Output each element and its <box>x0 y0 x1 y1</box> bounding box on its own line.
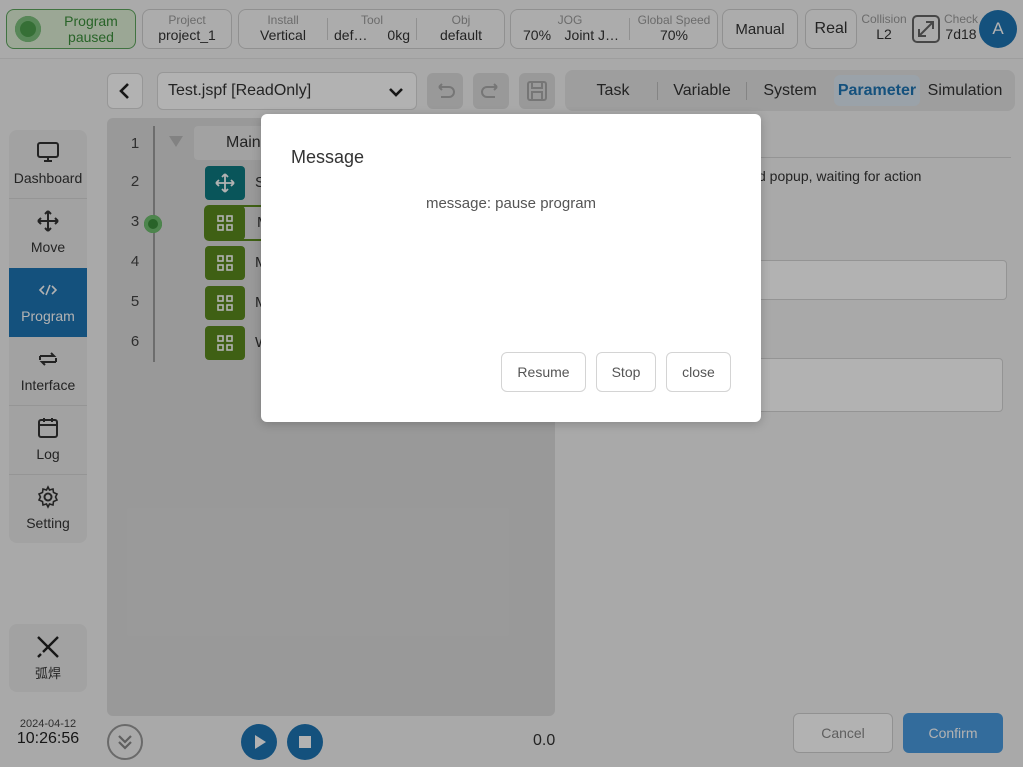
stop-label: Stop <box>611 364 641 380</box>
close-button[interactable]: close <box>666 352 731 392</box>
stop-dialog-button[interactable]: Stop <box>596 352 656 392</box>
resume-button[interactable]: Resume <box>501 352 586 392</box>
dialog-title: Message <box>291 147 365 167</box>
message-dialog: Message message: pause program Resume St… <box>261 114 761 422</box>
resume-label: Resume <box>517 364 570 380</box>
dialog-message: message: pause program <box>425 195 597 212</box>
close-label: close <box>682 364 715 380</box>
